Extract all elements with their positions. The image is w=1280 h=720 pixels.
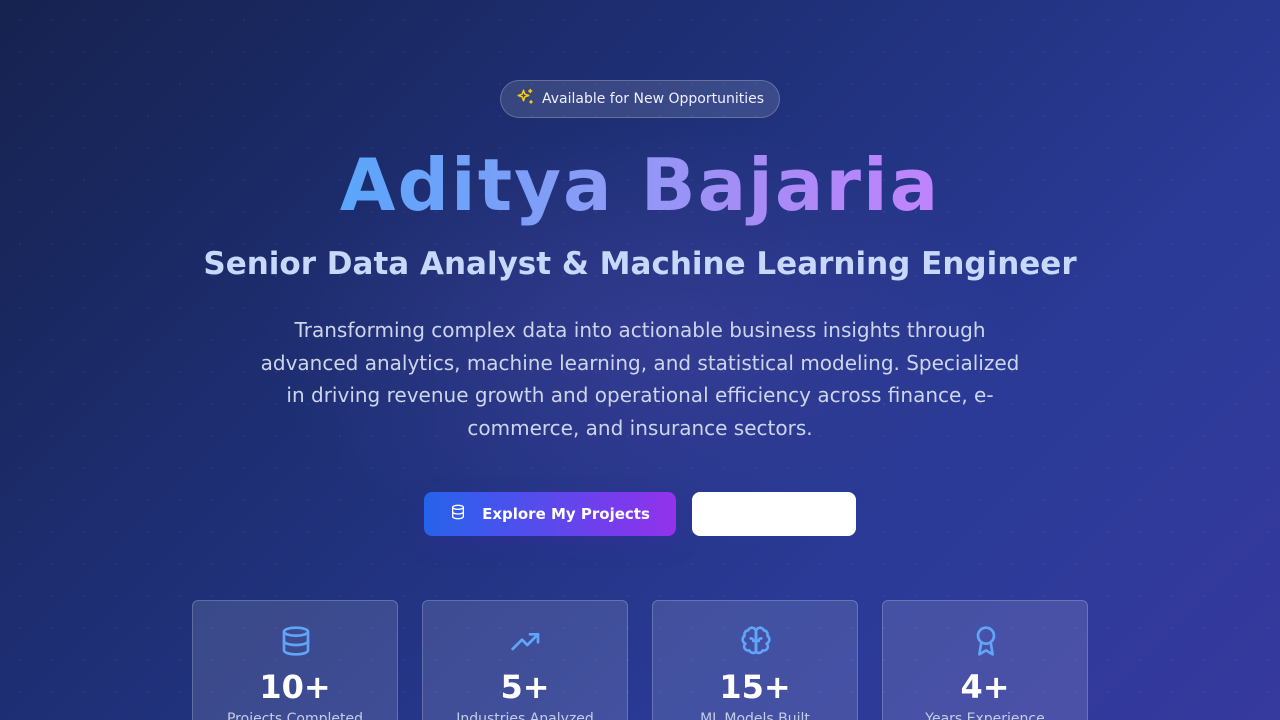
stat-card-experience: 4+ Years Experience (882, 600, 1088, 720)
trending-up-icon (510, 625, 542, 657)
stat-value: 4+ (960, 668, 1010, 706)
stat-label: Years Experience (925, 711, 1045, 720)
database-icon (450, 504, 466, 524)
hero-name-text: Aditya Bajaria (339, 143, 941, 227)
explore-projects-button[interactable]: Explore My Projects (424, 492, 676, 536)
hero-name: Aditya Bajaria (0, 140, 1280, 230)
database-icon (280, 625, 312, 657)
stat-label: Projects Completed (226, 711, 363, 720)
stats-row: 10+ Projects Completed 5+ Industries Ana… (0, 600, 1280, 720)
availability-badge: Available for New Opportunities (500, 80, 780, 118)
stat-label: Industries Analyzed (456, 711, 594, 720)
stat-value: 10+ (259, 668, 331, 706)
stat-card-projects: 10+ Projects Completed (192, 600, 398, 720)
stat-label: ML Models Built (700, 711, 810, 720)
sparkles-icon (516, 88, 534, 110)
brain-icon (740, 625, 772, 657)
award-icon (970, 625, 1002, 657)
hero-role: Senior Data Analyst & Machine Learning E… (203, 246, 1077, 282)
stat-value: 15+ (719, 668, 791, 706)
hero-section: Available for New Opportunities Aditya B… (0, 0, 1280, 720)
availability-badge-label: Available for New Opportunities (541, 91, 765, 107)
stat-card-models: 15+ ML Models Built (652, 600, 858, 720)
secondary-button[interactable] (692, 492, 856, 536)
explore-projects-label: Explore My Projects (482, 505, 650, 523)
stat-card-industries: 5+ Industries Analyzed (422, 600, 628, 720)
hero-description: Transforming complex data into actionabl… (260, 318, 1020, 440)
stat-value: 5+ (500, 668, 550, 706)
